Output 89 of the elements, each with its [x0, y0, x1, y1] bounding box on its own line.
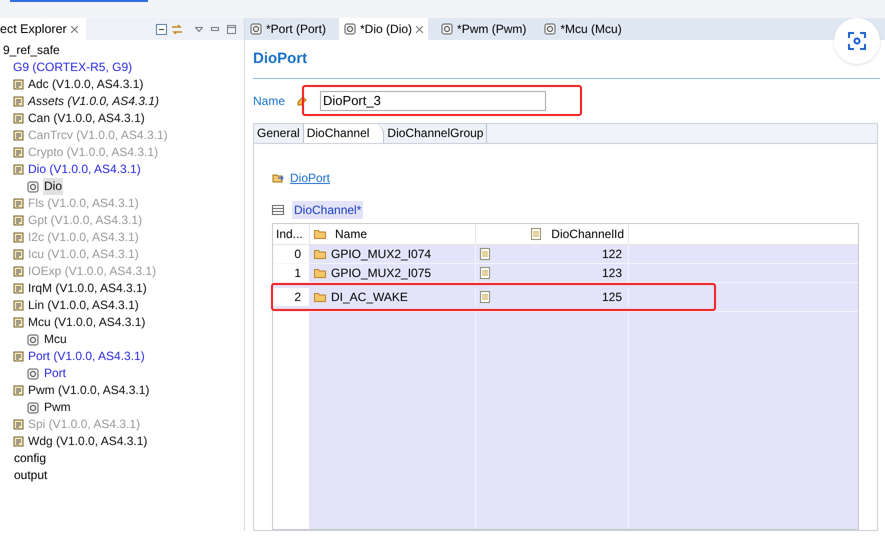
column-header[interactable]: Name — [335, 224, 368, 242]
document-icon — [480, 290, 490, 302]
module-icon — [13, 147, 24, 158]
module-icon — [13, 266, 24, 277]
close-icon[interactable] — [416, 26, 424, 32]
module-icon — [13, 249, 24, 260]
module-icon — [13, 232, 24, 243]
table-title: DioChannel* — [292, 200, 364, 218]
folder-icon — [314, 292, 327, 302]
navigate-icon — [272, 172, 284, 182]
sub-tab[interactable]: DioChannel — [304, 124, 384, 142]
editor-tab[interactable]: *Mcu (Mcu) — [539, 18, 627, 40]
maximize-icon[interactable] — [227, 24, 236, 34]
column-header[interactable]: DioChannelId — [551, 224, 624, 242]
config-icon — [344, 23, 356, 35]
tree-item[interactable]: output — [0, 467, 244, 484]
module-icon — [13, 113, 24, 124]
tree-item[interactable]: Mcu (V1.0.0, AS4.3.1) — [28, 314, 146, 331]
tree-item[interactable]: Adc (V1.0.0, AS4.3.1) — [28, 76, 144, 93]
scan-icon — [848, 32, 866, 50]
tree-item[interactable]: Pwm (V1.0.0, AS4.3.1) — [28, 382, 150, 399]
collapse-icon[interactable] — [156, 24, 167, 34]
tree-item[interactable]: Can (V1.0.0, AS4.3.1) — [28, 110, 145, 127]
pencil-icon — [297, 96, 308, 106]
tree-item[interactable]: Mcu — [43, 331, 68, 348]
table-row[interactable]: 1 GPIO_MUX2_I075 123 — [273, 264, 858, 282]
table-cell-text: 123 — [602, 264, 622, 282]
table-cell-text: DI_AC_WAKE — [331, 288, 408, 306]
module-icon — [13, 351, 24, 362]
table-row[interactable]: 0 GPIO_MUX2_I074 122 — [273, 244, 858, 264]
document-icon — [480, 266, 490, 278]
folder-icon — [314, 228, 327, 238]
explorer-tab[interactable]: ect Explorer — [0, 18, 86, 40]
tree-item[interactable]: Wdg (V1.0.0, AS4.3.1) — [28, 433, 148, 450]
module-icon — [13, 300, 24, 311]
module-icon — [13, 164, 24, 175]
editor-tab[interactable]: *Dio (Dio) — [339, 18, 428, 40]
config-icon — [441, 23, 454, 35]
tree-item[interactable]: G9 (CORTEX-R5, G9) — [0, 59, 244, 76]
config-icon — [27, 368, 39, 380]
screenshot-button[interactable] — [834, 18, 880, 64]
field-label: Name — [253, 92, 286, 110]
config-icon — [27, 180, 39, 192]
close-icon[interactable] — [70, 26, 78, 32]
config-icon — [250, 23, 262, 35]
tree-item[interactable]: Dio — [43, 178, 64, 195]
table-icon — [272, 204, 284, 214]
table-cell: 0 — [273, 244, 310, 262]
module-icon — [13, 385, 24, 396]
table-cell-text: GPIO_MUX2_I075 — [331, 264, 432, 282]
module-icon — [13, 198, 24, 209]
tree-item[interactable]: 9_ref_safe — [0, 42, 244, 59]
module-icon — [13, 283, 24, 294]
folder-icon — [314, 248, 327, 258]
table-cell: 1 — [273, 264, 310, 282]
module-icon — [13, 215, 24, 226]
table-row[interactable]: 2 DI_AC_WAKE 125 — [273, 282, 858, 312]
minimize-icon[interactable] — [211, 27, 219, 31]
table-cell: 2 — [273, 288, 310, 306]
tree-item[interactable]: Assets (V1.0.0, AS4.3.1) — [28, 93, 159, 110]
module-icon — [13, 317, 24, 328]
table-cell-text: 125 — [602, 288, 622, 306]
folder-icon — [314, 268, 327, 278]
table-cell-text: 122 — [602, 246, 622, 262]
tree-item[interactable]: Port (V1.0.0, AS4.3.1) — [28, 348, 145, 365]
module-icon — [13, 79, 24, 90]
module-icon — [13, 96, 24, 107]
name-field[interactable]: DioPort_3 — [320, 90, 546, 110]
tree-item[interactable]: IrqM (V1.0.0, AS4.3.1) — [28, 280, 147, 297]
module-icon — [13, 130, 24, 141]
module-icon — [13, 419, 24, 430]
parent-link[interactable]: DioPort — [290, 168, 330, 186]
config-icon — [27, 334, 39, 346]
tree-item[interactable]: Dio (V1.0.0, AS4.3.1) — [28, 161, 141, 178]
tree-item[interactable]: config — [0, 450, 244, 467]
tree-item[interactable]: Pwm — [43, 399, 72, 416]
editor-tab[interactable]: *Pwm (Pwm) — [436, 18, 532, 40]
link-icon[interactable] — [171, 24, 183, 34]
dropdown-icon[interactable] — [195, 26, 203, 32]
document-icon — [531, 228, 542, 240]
table-cell-text: GPIO_MUX2_I074 — [331, 246, 432, 262]
document-icon — [480, 248, 490, 260]
config-icon — [544, 23, 556, 35]
editor-tab[interactable]: *Port (Port) — [245, 18, 332, 40]
tree-item[interactable]: Lin (V1.0.0, AS4.3.1) — [28, 297, 139, 314]
config-icon — [27, 402, 39, 414]
module-icon — [13, 436, 24, 447]
tree-item[interactable]: Port — [43, 365, 68, 382]
column-header[interactable]: Ind... — [273, 224, 310, 244]
